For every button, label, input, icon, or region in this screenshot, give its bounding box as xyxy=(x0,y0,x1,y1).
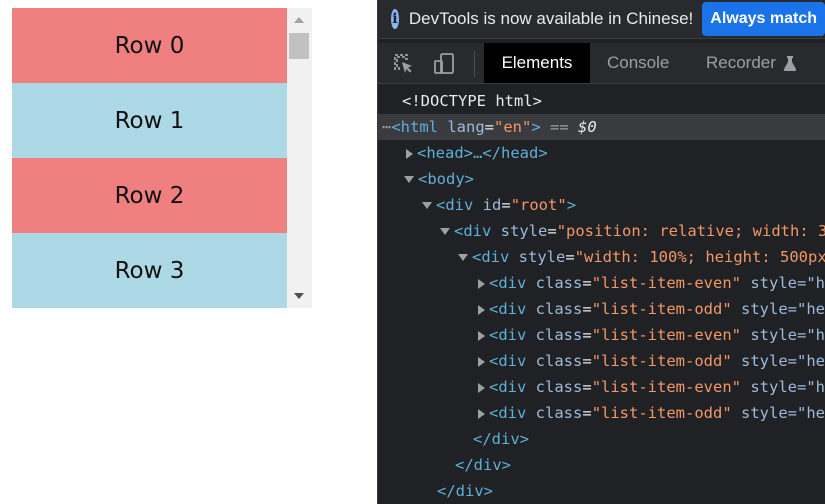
tab-recorder[interactable]: Recorder xyxy=(706,43,797,83)
expand-arrow-icon[interactable] xyxy=(478,304,485,315)
list-item-row-2: Row 2 xyxy=(12,158,287,233)
dom-node-list-item[interactable]: <div class="list-item-odd" style="height… xyxy=(378,348,825,374)
scroll-down-arrow-icon[interactable] xyxy=(294,293,304,299)
infobar-message: DevTools is now available in Chinese! xyxy=(408,9,694,28)
list-rows: Row 0 Row 1 Row 2 Row 3 xyxy=(12,8,287,308)
expand-arrow-icon[interactable] xyxy=(478,382,485,393)
dom-node-head[interactable]: <head>…</head> xyxy=(378,140,825,166)
always-match-button[interactable]: Always match xyxy=(702,2,825,36)
devtools-tabbar: Elements Console Recorder xyxy=(378,43,825,84)
dom-node-list-item[interactable]: <div class="list-item-even" style="heigh… xyxy=(378,322,825,348)
expand-arrow-icon[interactable] xyxy=(406,148,413,159)
row-label: Row 2 xyxy=(114,182,185,209)
dom-node-close[interactable]: </div> xyxy=(378,452,825,478)
dom-node-close[interactable]: </div> xyxy=(378,478,825,504)
expand-arrow-icon[interactable] xyxy=(478,278,485,289)
tab-elements[interactable]: Elements xyxy=(484,43,590,83)
scrollbar-thumb[interactable] xyxy=(289,33,309,59)
dom-node-root[interactable]: <div id="root"> xyxy=(378,192,825,218)
tab-console[interactable]: Console xyxy=(607,43,669,83)
collapse-arrow-icon[interactable] xyxy=(440,228,450,235)
dom-node-body[interactable]: <body> xyxy=(378,166,825,192)
devtools-panel: i DevTools is now available in Chinese! … xyxy=(377,0,825,504)
flask-icon xyxy=(783,56,797,71)
dom-node-list-item[interactable]: <div class="list-item-even" style="heigh… xyxy=(378,270,825,296)
collapse-arrow-icon[interactable] xyxy=(422,202,432,209)
collapse-arrow-icon[interactable] xyxy=(404,176,414,183)
dom-node-list-item[interactable]: <div class="list-item-odd" style="height… xyxy=(378,296,825,322)
inspect-element-icon[interactable] xyxy=(392,52,416,76)
dom-node-html[interactable]: ⋯<html lang="en"> == $0 xyxy=(378,114,825,140)
list-item-row-3: Row 3 xyxy=(12,233,287,308)
device-toolbar-icon[interactable] xyxy=(432,52,456,76)
dom-node-inner-div[interactable]: <div style="width: 100%; height: 500px;" xyxy=(378,244,825,270)
collapse-arrow-icon[interactable] xyxy=(458,254,468,261)
more-options-icon[interactable]: ⋯ xyxy=(382,118,391,136)
dom-node-list-item[interactable]: <div class="list-item-even" style="heigh… xyxy=(378,374,825,400)
vertical-scrollbar[interactable] xyxy=(287,8,312,308)
scroll-up-arrow-icon[interactable] xyxy=(294,17,304,23)
dom-node-doctype[interactable]: <!DOCTYPE html> xyxy=(378,88,825,114)
language-infobar: i DevTools is now available in Chinese! … xyxy=(378,0,825,39)
list-item-row-0: Row 0 xyxy=(12,8,287,83)
info-icon: i xyxy=(391,9,399,29)
scroll-container[interactable]: Row 0 Row 1 Row 2 Row 3 xyxy=(12,8,312,308)
toolbar-divider xyxy=(474,51,475,77)
row-label: Row 3 xyxy=(114,257,185,284)
dom-node-scroll-div[interactable]: <div style="position: relative; width: 3… xyxy=(378,218,825,244)
expand-arrow-icon[interactable] xyxy=(478,408,485,419)
dom-node-list-item[interactable]: <div class="list-item-odd" style="height… xyxy=(378,400,825,426)
expand-arrow-icon[interactable] xyxy=(478,330,485,341)
dom-node-close[interactable]: </div> xyxy=(378,426,825,452)
expand-arrow-icon[interactable] xyxy=(478,356,485,367)
list-item-row-1: Row 1 xyxy=(12,83,287,158)
row-label: Row 0 xyxy=(114,32,185,59)
row-label: Row 1 xyxy=(114,107,185,134)
